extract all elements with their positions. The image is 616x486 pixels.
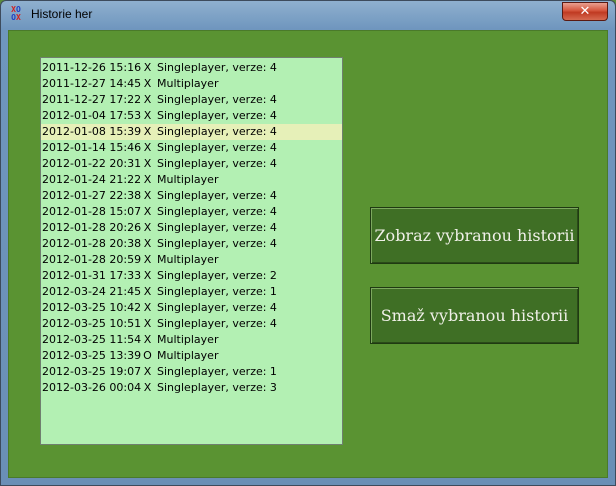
- list-item[interactable]: 2012-03-25 10:51 X Singleplayer, verze: …: [41, 316, 342, 332]
- game-player: X: [143, 61, 152, 74]
- game-datetime: 2012-03-25 11:54: [42, 333, 142, 346]
- game-player: X: [143, 365, 152, 378]
- title-bar[interactable]: XO OX Historie her ✕: [1, 1, 615, 29]
- game-player: X: [143, 125, 152, 138]
- game-player: X: [143, 381, 152, 394]
- game-datetime: 2012-01-14 15:46: [42, 141, 142, 154]
- list-item[interactable]: 2012-03-26 00:04 X Singleplayer, verze: …: [41, 380, 342, 396]
- history-window: XO OX Historie her ✕ 2011-12-26 15:16 X …: [0, 0, 616, 486]
- game-mode: Singleplayer, verze: 1: [157, 365, 277, 378]
- show-history-button[interactable]: Zobraz vybranou historii: [370, 207, 579, 264]
- game-datetime: 2012-03-25 19:07: [42, 365, 142, 378]
- game-mode: Singleplayer, verze: 4: [157, 237, 277, 250]
- list-item[interactable]: 2012-03-25 10:42 X Singleplayer, verze: …: [41, 300, 342, 316]
- game-player: X: [143, 77, 152, 90]
- game-datetime: 2012-01-28 15:07: [42, 205, 142, 218]
- list-item[interactable]: 2011-12-27 17:22 X Singleplayer, verze: …: [41, 92, 342, 108]
- client-area: 2011-12-26 15:16 X Singleplayer, verze: …: [8, 30, 608, 478]
- list-item[interactable]: 2012-01-04 17:53 X Singleplayer, verze: …: [41, 108, 342, 124]
- list-item[interactable]: 2012-03-25 19:07 X Singleplayer, verze: …: [41, 364, 342, 380]
- game-mode: Singleplayer, verze: 4: [157, 189, 277, 202]
- game-datetime: 2012-03-25 10:42: [42, 301, 142, 314]
- game-datetime: 2012-03-26 00:04: [42, 381, 142, 394]
- game-mode: Singleplayer, verze: 4: [157, 205, 277, 218]
- list-item[interactable]: 2011-12-27 14:45 X Multiplayer: [41, 76, 342, 92]
- list-item[interactable]: 2012-01-24 21:22 X Multiplayer: [41, 172, 342, 188]
- game-datetime: 2011-12-27 17:22: [42, 93, 142, 106]
- game-mode: Singleplayer, verze: 4: [157, 109, 277, 122]
- game-datetime: 2012-01-04 17:53: [42, 109, 142, 122]
- window-title: Historie her: [31, 7, 93, 21]
- list-item[interactable]: 2012-03-24 21:45 X Singleplayer, verze: …: [41, 284, 342, 300]
- game-datetime: 2012-01-24 21:22: [42, 173, 142, 186]
- delete-history-button[interactable]: Smaž vybranou historii: [370, 287, 579, 344]
- game-player: X: [143, 285, 152, 298]
- game-mode: Multiplayer: [157, 333, 219, 346]
- game-player: X: [143, 205, 152, 218]
- game-mode: Singleplayer, verze: 4: [157, 317, 277, 330]
- history-list[interactable]: 2011-12-26 15:16 X Singleplayer, verze: …: [40, 57, 343, 445]
- game-mode: Singleplayer, verze: 4: [157, 157, 277, 170]
- game-datetime: 2012-01-08 15:39: [42, 125, 142, 138]
- game-mode: Singleplayer, verze: 4: [157, 61, 277, 74]
- list-item[interactable]: 2012-01-28 20:59 X Multiplayer: [41, 252, 342, 268]
- game-player: X: [143, 237, 152, 250]
- game-player: X: [143, 173, 152, 186]
- list-item[interactable]: 2012-01-27 22:38 X Singleplayer, verze: …: [41, 188, 342, 204]
- game-datetime: 2012-01-28 20:26: [42, 221, 142, 234]
- game-datetime: 2012-01-22 20:31: [42, 157, 142, 170]
- game-datetime: 2012-03-25 13:39: [42, 349, 142, 362]
- game-datetime: 2012-01-27 22:38: [42, 189, 142, 202]
- list-item[interactable]: 2012-03-25 11:54 X Multiplayer: [41, 332, 342, 348]
- close-icon: ✕: [579, 4, 591, 19]
- game-mode: Singleplayer, verze: 4: [157, 301, 277, 314]
- game-player: X: [143, 333, 152, 346]
- list-item[interactable]: 2012-01-28 20:26 X Singleplayer, verze: …: [41, 220, 342, 236]
- game-mode: Multiplayer: [157, 173, 219, 186]
- game-player: X: [143, 253, 152, 266]
- game-datetime: 2011-12-27 14:45: [42, 77, 142, 90]
- list-item[interactable]: 2012-01-14 15:46 X Singleplayer, verze: …: [41, 140, 342, 156]
- game-datetime: 2012-01-28 20:59: [42, 253, 142, 266]
- game-datetime: 2012-01-28 20:38: [42, 237, 142, 250]
- list-item[interactable]: 2012-01-28 15:07 X Singleplayer, verze: …: [41, 204, 342, 220]
- game-mode: Singleplayer, verze: 3: [157, 381, 277, 394]
- game-mode: Multiplayer: [157, 253, 219, 266]
- game-player: X: [143, 301, 152, 314]
- game-player: X: [143, 157, 152, 170]
- game-mode: Singleplayer, verze: 4: [157, 141, 277, 154]
- game-player: O: [143, 349, 152, 362]
- game-player: X: [143, 189, 152, 202]
- list-item[interactable]: 2012-01-22 20:31 X Singleplayer, verze: …: [41, 156, 342, 172]
- game-mode: Singleplayer, verze: 4: [157, 93, 277, 106]
- list-item[interactable]: 2012-03-25 13:39 O Multiplayer: [41, 348, 342, 364]
- game-mode: Multiplayer: [157, 77, 219, 90]
- list-item[interactable]: 2012-01-28 20:38 X Singleplayer, verze: …: [41, 236, 342, 252]
- game-mode: Singleplayer, verze: 1: [157, 285, 277, 298]
- close-button[interactable]: ✕: [562, 2, 608, 21]
- game-player: X: [143, 93, 152, 106]
- game-player: X: [143, 317, 152, 330]
- game-mode: Singleplayer, verze: 2: [157, 269, 277, 282]
- list-item[interactable]: 2012-01-08 15:39 X Singleplayer, verze: …: [41, 124, 342, 140]
- tic-tac-toe-app-icon: XO OX: [8, 6, 24, 22]
- game-datetime: 2012-03-25 10:51: [42, 317, 142, 330]
- game-player: X: [143, 109, 152, 122]
- game-mode: Singleplayer, verze: 4: [157, 221, 277, 234]
- game-datetime: 2012-03-24 21:45: [42, 285, 142, 298]
- game-datetime: 2011-12-26 15:16: [42, 61, 142, 74]
- app-icon-row-2: OX: [11, 13, 21, 22]
- game-mode: Singleplayer, verze: 4: [157, 125, 277, 138]
- game-mode: Multiplayer: [157, 349, 219, 362]
- list-item[interactable]: 2011-12-26 15:16 X Singleplayer, verze: …: [41, 60, 342, 76]
- game-player: X: [143, 269, 152, 282]
- game-player: X: [143, 221, 152, 234]
- game-datetime: 2012-01-31 17:33: [42, 269, 142, 282]
- game-player: X: [143, 141, 152, 154]
- list-item[interactable]: 2012-01-31 17:33 X Singleplayer, verze: …: [41, 268, 342, 284]
